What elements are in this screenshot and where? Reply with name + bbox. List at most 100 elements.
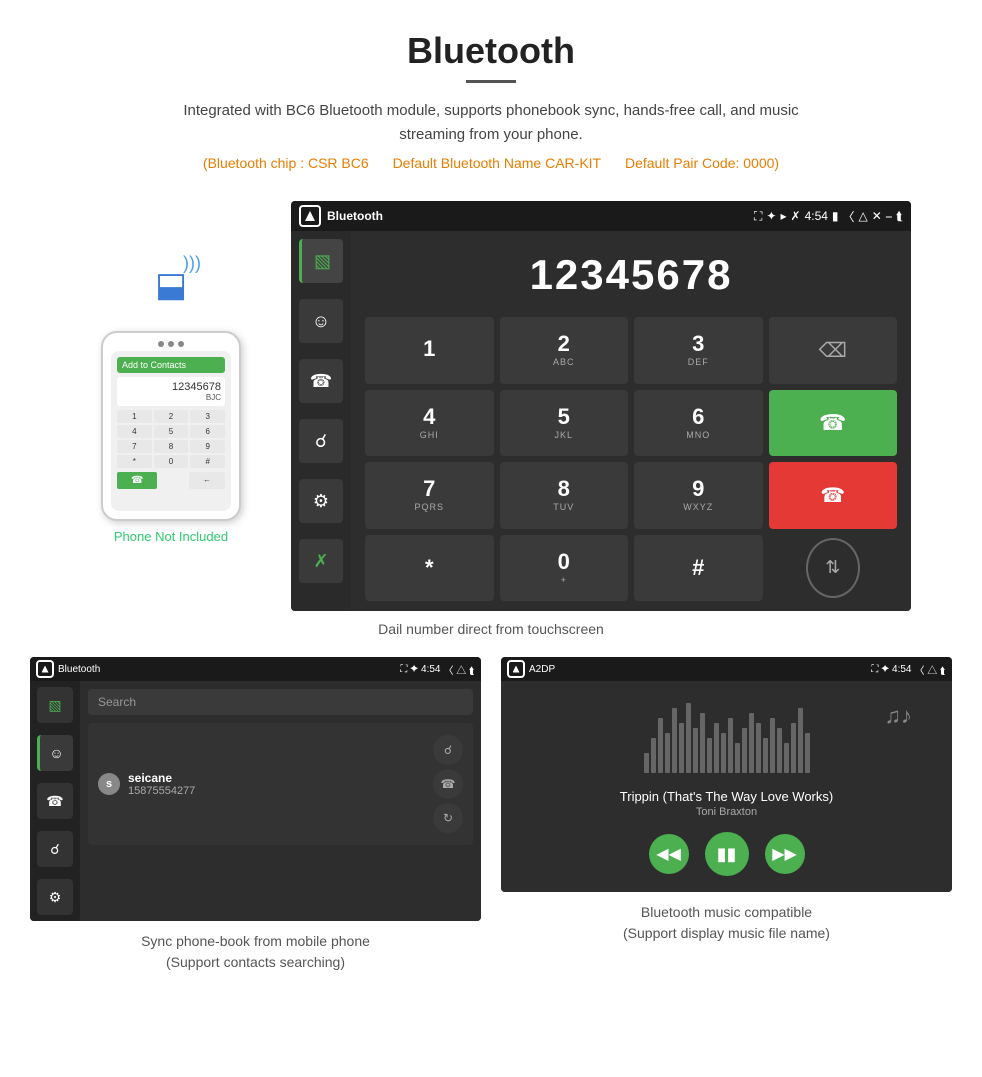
key-8[interactable]: 8 TUV: [500, 462, 629, 529]
phonebook-screen: Bluetooth ⛶ ✦ 4:54 〈 △ ⮬ ▧ ☺: [30, 657, 481, 921]
signal-waves-icon: ))): [183, 253, 201, 274]
phone-key-hash: #: [190, 455, 225, 468]
pb-home-btn[interactable]: [36, 660, 54, 678]
settings-icon: ⚙: [313, 491, 329, 512]
eq-bar: [742, 728, 747, 773]
phone-keypad: 1 2 3 4 5 6 7 8 9 * 0 #: [117, 410, 225, 468]
phone-key-2: 2: [154, 410, 189, 423]
phone-key-7: 7: [117, 440, 152, 453]
minimize-icon: ⎯: [886, 209, 892, 224]
back-icon: ⮬: [896, 209, 903, 224]
pb-refresh-btn[interactable]: ↻: [433, 803, 463, 833]
pb-contact-row: s seicane 15875554277 ☌ ☎ ↻: [88, 723, 473, 845]
pb-dialpad-icon: ▧: [48, 697, 61, 714]
eq-bars: [644, 703, 810, 773]
pb-contact-phone: 15875554277: [128, 785, 425, 797]
home-button[interactable]: [299, 205, 321, 227]
eq-bar: [693, 728, 698, 773]
key-2[interactable]: 2 ABC: [500, 317, 629, 384]
contacts-icon: ☺: [312, 311, 330, 332]
dial-number: 12345678: [365, 241, 897, 317]
pb-settings-btn[interactable]: ⚙: [37, 879, 73, 915]
phone-add-contacts: Add to Contacts: [117, 357, 225, 373]
pb-contacts-btn[interactable]: ☺: [37, 735, 73, 771]
pb-action-buttons: ☌ ☎ ↻: [433, 731, 463, 837]
phone-key-8: 8: [154, 440, 189, 453]
key-1[interactable]: 1: [365, 317, 494, 384]
phone-key-0: 0: [154, 455, 189, 468]
key-6[interactable]: 6 MNO: [634, 390, 763, 457]
music-app-name: A2DP: [529, 664, 555, 675]
key-5[interactable]: 5 JKL: [500, 390, 629, 457]
music-caption-line2: (Support display music file name): [623, 925, 830, 941]
key-transfer[interactable]: ⇅: [806, 538, 860, 598]
key-4[interactable]: 4 GHI: [365, 390, 494, 457]
music-caption-line1: Bluetooth music compatible: [641, 904, 812, 920]
eq-bar: [658, 718, 663, 773]
phonebook-search[interactable]: Search: [88, 689, 473, 715]
pb-time: 4:54: [421, 664, 440, 675]
pb-dialpad-btn[interactable]: ▧: [37, 687, 73, 723]
sidebar-bluetooth[interactable]: ✗: [299, 539, 343, 583]
sidebar-search[interactable]: ☌: [299, 419, 343, 463]
bluetooth-sidebar-icon: ✗: [313, 551, 328, 572]
key-7[interactable]: 7 PQRS: [365, 462, 494, 529]
pb-search-btn[interactable]: ☌: [37, 831, 73, 867]
key-end-call[interactable]: ☎: [769, 462, 898, 529]
music-home-btn[interactable]: [507, 660, 525, 678]
music-note-icon: ♫♪: [885, 703, 913, 729]
phone-key-star: *: [117, 455, 152, 468]
eq-bar: [805, 733, 810, 773]
key-hash[interactable]: #: [634, 535, 763, 602]
music-time: 4:54: [892, 664, 911, 675]
description-text: Integrated with BC6 Bluetooth module, su…: [151, 99, 831, 147]
eq-bar: [672, 708, 677, 773]
eq-bar: [721, 733, 726, 773]
phonebook-caption-line2: (Support contacts searching): [166, 954, 345, 970]
search-icon: ☌: [315, 431, 327, 452]
app-name: Bluetooth: [327, 209, 383, 223]
music-artist-name: Toni Braxton: [696, 806, 757, 818]
calls-icon: ☎: [310, 371, 332, 392]
sidebar-dialpad[interactable]: ▧: [299, 239, 343, 283]
x-icon: ✕: [872, 209, 882, 223]
pb-contacts-icon: ☺: [49, 745, 63, 761]
key-0[interactable]: 0 +: [500, 535, 629, 602]
eq-bar: [679, 723, 684, 773]
phone-number-display: 12345678 BJC: [117, 377, 225, 406]
bluetooth-status-icon: ✗: [791, 209, 801, 223]
spec-name: Default Bluetooth Name CAR-KIT: [393, 155, 602, 171]
eq-bar: [707, 738, 712, 773]
phone-bottom-row: ☎ ←: [117, 472, 225, 489]
key-backspace[interactable]: ⌫: [769, 317, 898, 384]
pb-right-icons: 〈 △ ⮬: [444, 662, 476, 677]
key-9[interactable]: 9 WXYZ: [634, 462, 763, 529]
sidebar-calls[interactable]: ☎: [299, 359, 343, 403]
sidebar-settings[interactable]: ⚙: [299, 479, 343, 523]
dial-caption: Dail number direct from touchscreen: [0, 621, 982, 637]
phone-number: 12345678: [121, 381, 221, 393]
key-star[interactable]: *: [365, 535, 494, 602]
pb-contact-name: seicane: [128, 771, 425, 785]
pb-search-contact-btn[interactable]: ☌: [433, 735, 463, 765]
music-play-btn[interactable]: ▮▮: [705, 832, 749, 876]
volume-icon: 〈: [843, 208, 855, 225]
dial-sidebar: ▧ ☺ ☎ ☌ ⚙ ✗: [291, 231, 351, 611]
statusbar-left: Bluetooth: [299, 205, 383, 227]
phone-screen: Add to Contacts 12345678 BJC 1 2 3 4 5 6…: [111, 351, 231, 511]
music-prev-btn[interactable]: ◀◀: [649, 834, 689, 874]
music-right-icons: 〈 △ ⮬: [915, 662, 947, 677]
phonebook-sidebar: ▧ ☺ ☎ ☌ ⚙: [30, 681, 80, 921]
phone-aside: ))) ⬓ Add to Contacts 12345678 BJC 1 2: [71, 201, 271, 544]
phone-key-9: 9: [190, 440, 225, 453]
pb-contact-letter: s: [98, 773, 120, 795]
key-3[interactable]: 3 DEF: [634, 317, 763, 384]
music-caption: Bluetooth music compatible (Support disp…: [623, 902, 830, 944]
eq-bar: [665, 733, 670, 773]
pb-call-contact-btn[interactable]: ☎: [433, 769, 463, 799]
pb-calls-btn[interactable]: ☎: [37, 783, 73, 819]
key-call[interactable]: ☎: [769, 390, 898, 457]
phone-key-5: 5: [154, 425, 189, 438]
music-next-btn[interactable]: ▶▶: [765, 834, 805, 874]
sidebar-contacts[interactable]: ☺: [299, 299, 343, 343]
